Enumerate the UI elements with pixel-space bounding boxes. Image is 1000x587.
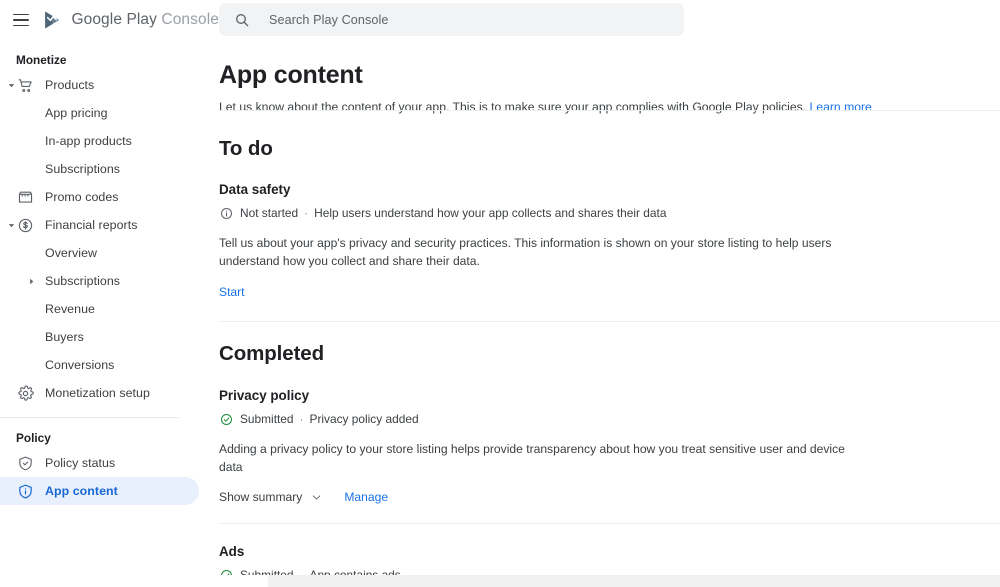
sidebar-item-revenue[interactable]: Revenue bbox=[0, 295, 199, 323]
section-divider-privacy bbox=[219, 523, 1000, 524]
main-content: Search Play Console App content Let us k… bbox=[219, 0, 1000, 587]
card-status-label: Not started bbox=[240, 206, 299, 220]
sidebar-item-overview[interactable]: Overview bbox=[0, 239, 199, 267]
sidebar-section-title-policy: Policy bbox=[16, 431, 51, 445]
card-status-label: Submitted bbox=[240, 412, 294, 426]
sidebar-item-buyers[interactable]: Buyers bbox=[0, 323, 199, 351]
show-summary-toggle[interactable]: Show summary bbox=[219, 490, 322, 504]
card-status: Submitted · Privacy policy added bbox=[219, 411, 1000, 427]
sidebar-item-in-app-products[interactable]: In-app products bbox=[0, 127, 199, 155]
card-title: Ads bbox=[219, 544, 245, 559]
card-title: Privacy policy bbox=[219, 388, 310, 403]
sidebar-item-label: Revenue bbox=[45, 302, 95, 316]
card-status-detail: Help users understand how your app colle… bbox=[314, 206, 667, 220]
status-separator-dot: · bbox=[304, 206, 309, 220]
google-play-logo bbox=[41, 9, 63, 31]
hamburger-icon[interactable] bbox=[12, 8, 29, 32]
section-divider-todo bbox=[219, 321, 1000, 322]
gear-icon bbox=[16, 384, 35, 403]
check-circle-icon bbox=[219, 412, 233, 426]
section-heading-todo: To do bbox=[219, 137, 273, 160]
card-status: Not started · Help users understand how … bbox=[219, 205, 1000, 221]
sidebar-item-label: Promo codes bbox=[45, 190, 119, 204]
chevron-right-icon[interactable] bbox=[24, 274, 38, 288]
sidebar-item-label: App content bbox=[45, 484, 118, 498]
section-heading-completed: Completed bbox=[219, 342, 325, 365]
sidebar-item-label: Products bbox=[45, 78, 95, 92]
sidebar-item-subscriptions-report[interactable]: Subscriptions bbox=[0, 267, 199, 295]
hamburger-line bbox=[12, 19, 29, 21]
sidebar-item-label: Overview bbox=[45, 246, 98, 260]
search-bar-container: Search Play Console bbox=[219, 0, 1000, 36]
card-description: Adding a privacy policy to your store li… bbox=[219, 442, 845, 474]
brand-bar: Google Play Console bbox=[0, 0, 219, 40]
sidebar-item-label: Financial reports bbox=[45, 218, 138, 232]
hamburger-line bbox=[12, 13, 29, 16]
page-subtitle: Let us know about the content of your ap… bbox=[219, 99, 1000, 115]
sidebar-item-promo-codes[interactable]: Promo codes bbox=[0, 183, 199, 211]
card-status-detail: Privacy policy added bbox=[309, 412, 419, 426]
sidebar: Google Play Console Monetize Products Ap… bbox=[0, 0, 219, 587]
store-icon bbox=[16, 188, 35, 207]
sidebar-item-label: Subscriptions bbox=[45, 274, 121, 288]
hamburger-line bbox=[12, 24, 29, 27]
status-separator-dot: · bbox=[299, 412, 304, 426]
sidebar-item-label: App pricing bbox=[45, 106, 108, 120]
bottom-bar-left bbox=[0, 575, 268, 587]
page-title: App content bbox=[219, 61, 363, 89]
start-button[interactable]: Start bbox=[219, 285, 245, 299]
brand-title[interactable]: Google Play Console bbox=[71, 11, 219, 29]
page-body: App content Let us know about the conten… bbox=[219, 36, 1000, 587]
card-title: Data safety bbox=[219, 182, 291, 197]
chevron-down-icon bbox=[311, 492, 322, 503]
sidebar-item-label: Subscriptions bbox=[45, 162, 121, 176]
sidebar-item-monetization-setup[interactable]: Monetization setup bbox=[0, 379, 199, 407]
header-divider bbox=[219, 110, 1000, 111]
shield-info-icon bbox=[16, 482, 35, 501]
dollar-circle-icon bbox=[16, 216, 35, 235]
sidebar-section-title-monetize: Monetize bbox=[16, 53, 67, 67]
search-icon bbox=[233, 11, 251, 29]
sidebar-item-conversions[interactable]: Conversions bbox=[0, 351, 199, 379]
search-placeholder: Search Play Console bbox=[269, 12, 389, 27]
sidebar-item-label: Buyers bbox=[45, 330, 84, 344]
info-circle-icon bbox=[219, 206, 233, 220]
page-subtitle-text: Let us know about the content of your ap… bbox=[219, 100, 807, 114]
card-description: Tell us about your app's privacy and sec… bbox=[219, 236, 832, 268]
sidebar-item-products[interactable]: Products bbox=[0, 71, 199, 99]
search-input[interactable]: Search Play Console bbox=[219, 3, 684, 36]
shopping-cart-icon bbox=[16, 76, 35, 95]
sidebar-divider bbox=[0, 417, 179, 418]
learn-more-link[interactable]: Learn more bbox=[810, 100, 872, 114]
sidebar-item-label: Conversions bbox=[45, 358, 115, 372]
card-actions: Show summary Manage bbox=[219, 490, 1000, 504]
chevron-down-icon[interactable] bbox=[4, 218, 18, 232]
manage-link[interactable]: Manage bbox=[344, 490, 388, 504]
sidebar-item-financial-reports[interactable]: Financial reports bbox=[0, 211, 199, 239]
bottom-bar bbox=[0, 575, 1000, 587]
show-summary-label: Show summary bbox=[219, 490, 303, 504]
brand-title-primary: Google Play bbox=[71, 11, 157, 28]
shield-check-icon bbox=[16, 454, 35, 473]
sidebar-item-policy-status[interactable]: Policy status bbox=[0, 449, 199, 477]
sidebar-item-label: Monetization setup bbox=[45, 386, 150, 400]
sidebar-item-label: Policy status bbox=[45, 456, 116, 470]
sidebar-item-label: In-app products bbox=[45, 134, 132, 148]
sidebar-item-app-pricing[interactable]: App pricing bbox=[0, 99, 199, 127]
brand-title-secondary: Console bbox=[161, 11, 219, 28]
chevron-down-icon[interactable] bbox=[4, 78, 18, 92]
sidebar-item-subscriptions[interactable]: Subscriptions bbox=[0, 155, 199, 183]
play-console-window: Google Play Console Monetize Products Ap… bbox=[0, 0, 1000, 587]
sidebar-item-app-content[interactable]: App content bbox=[0, 477, 199, 505]
card-data-safety: Data safety Not started · Help users und… bbox=[219, 181, 1000, 301]
card-privacy-policy: Privacy policy Submitted · Privacy polic… bbox=[219, 387, 1000, 504]
